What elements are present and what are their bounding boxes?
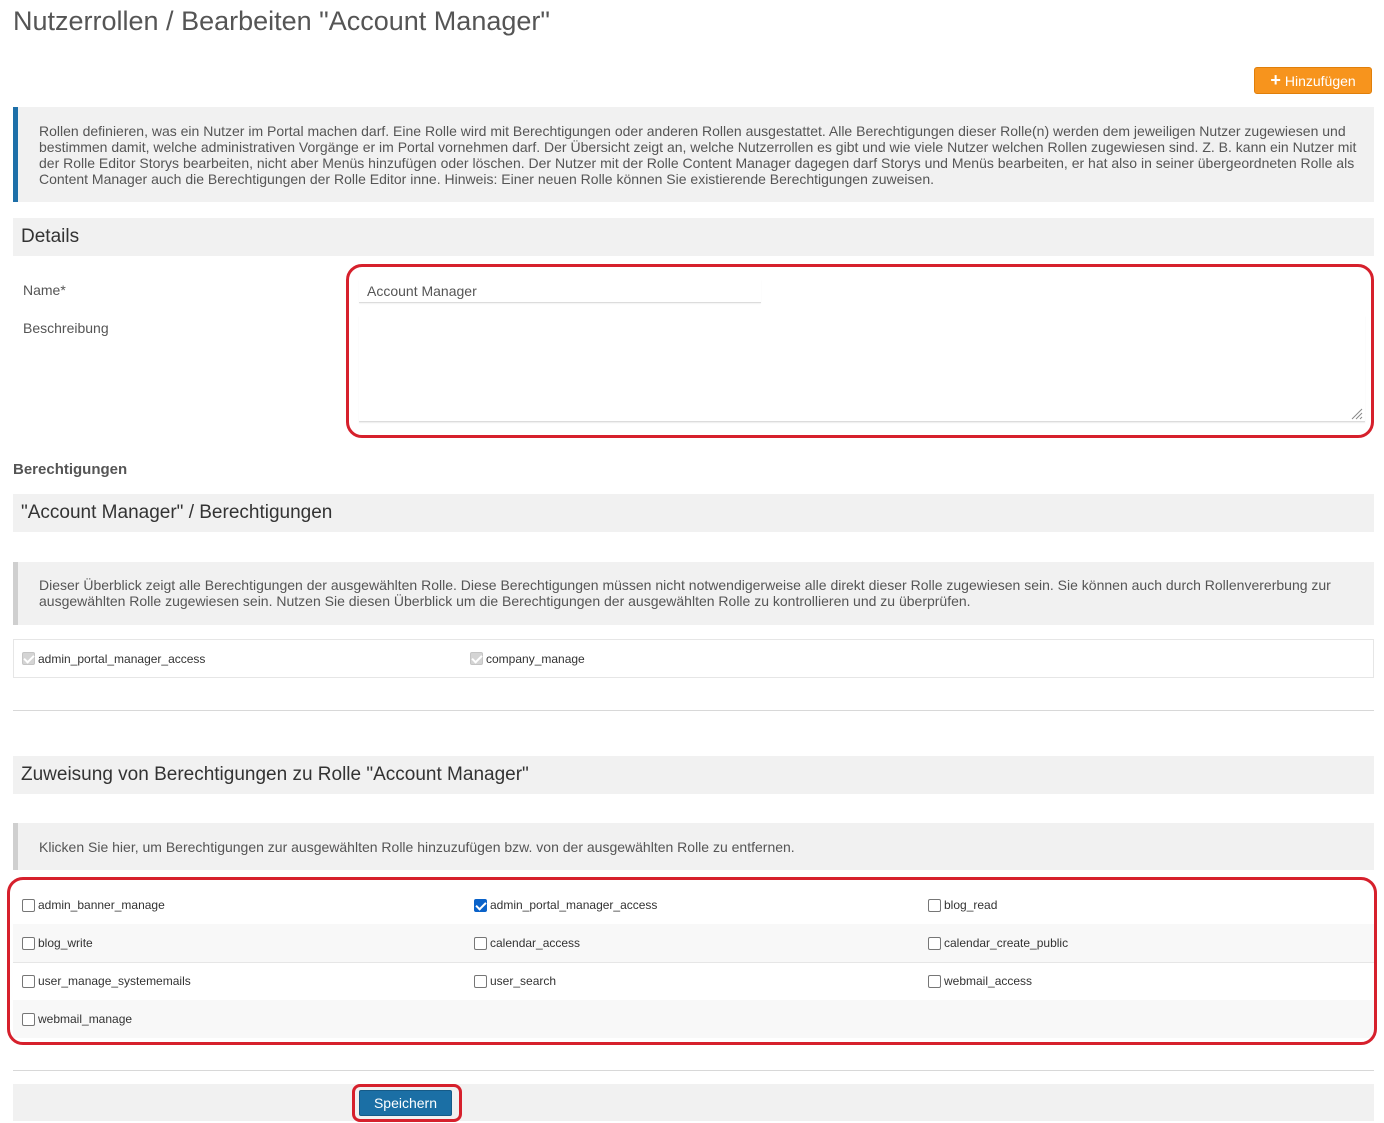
- save-bar: [13, 1084, 1374, 1121]
- plus-icon: +: [1270, 70, 1281, 90]
- permission-label: admin_portal_manager_access: [38, 651, 206, 666]
- page-title: Nutzerrollen / Bearbeiten "Account Manag…: [13, 6, 550, 36]
- checkbox[interactable]: [928, 974, 941, 988]
- save-button[interactable]: Speichern: [359, 1090, 452, 1116]
- permission-label: blog_write: [38, 936, 93, 950]
- checkbox[interactable]: [474, 936, 487, 950]
- checkbox[interactable]: [474, 974, 487, 988]
- checkbox[interactable]: [928, 898, 941, 912]
- permission-option[interactable]: calendar_access: [474, 936, 580, 950]
- checkbox-disabled-checked: [22, 652, 35, 665]
- assignment-header-title: Zuweisung von Berechtigungen zu Rolle "A…: [21, 764, 529, 785]
- permission-option[interactable]: calendar_create_public: [928, 936, 1068, 950]
- assignment-info-text: Klicken Sie hier, um Berechtigungen zur …: [39, 839, 795, 855]
- permission-option[interactable]: blog_read: [928, 898, 997, 912]
- add-button-label: Hinzufügen: [1284, 72, 1356, 89]
- overview-permission-list: admin_portal_manager_access company_mana…: [13, 639, 1374, 678]
- permission-label: user_search: [490, 974, 557, 988]
- permissions-heading: Berechtigungen: [13, 461, 128, 478]
- permission-option[interactable]: webmail_manage: [22, 1012, 132, 1026]
- checkbox-checked[interactable]: [474, 898, 487, 912]
- permission-label: blog_read: [944, 898, 998, 912]
- name-input[interactable]: [359, 279, 761, 303]
- checkbox[interactable]: [22, 936, 35, 950]
- section-divider: [13, 1070, 1374, 1071]
- overview-header-title: "Account Manager" / Berechtigungen: [21, 502, 333, 523]
- resize-handle-icon[interactable]: [1349, 406, 1363, 420]
- permission-label: webmail_access: [944, 974, 1033, 988]
- description-label: Beschreibung: [23, 320, 109, 336]
- table-row: blog_write calendar_access calendar_crea…: [13, 924, 1374, 963]
- table-row: webmail_manage: [13, 1000, 1374, 1038]
- details-header-title: Details: [21, 226, 80, 247]
- table-row: admin_portal_manager_access company_mana…: [14, 640, 1373, 677]
- name-label: Name*: [23, 282, 66, 298]
- permission-label: user_manage_systememails: [38, 974, 191, 988]
- permission-option[interactable]: admin_banner_manage: [22, 898, 165, 912]
- permission-option[interactable]: blog_write: [22, 936, 93, 950]
- assignment-permission-grid: admin_banner_manage admin_portal_manager…: [13, 886, 1374, 1040]
- checkbox[interactable]: [928, 936, 941, 950]
- permission-label: admin_portal_manager_access: [490, 898, 658, 912]
- checkbox[interactable]: [22, 1012, 35, 1026]
- overview-permission-item: company_manage: [470, 652, 585, 666]
- permission-option[interactable]: admin_portal_manager_access: [474, 898, 657, 912]
- intro-info-text: Rollen definieren, was ein Nutzer im Por…: [39, 123, 1357, 187]
- section-divider: [13, 710, 1374, 711]
- overview-header: "Account Manager" / Berechtigungen: [13, 494, 1374, 532]
- permission-label: company_manage: [486, 651, 585, 666]
- overview-info-text: Dieser Überblick zeigt alle Berechtigung…: [39, 577, 1331, 609]
- checkbox[interactable]: [22, 898, 35, 912]
- assignment-info-box: Klicken Sie hier, um Berechtigungen zur …: [13, 823, 1374, 870]
- overview-permission-item: admin_portal_manager_access: [22, 652, 205, 666]
- details-header: Details: [13, 218, 1374, 256]
- permission-label: calendar_create_public: [944, 936, 1069, 950]
- table-row: user_manage_systememails user_search web…: [13, 962, 1374, 1001]
- permission-label: admin_banner_manage: [38, 898, 165, 912]
- description-textarea[interactable]: [359, 316, 1365, 422]
- permission-option[interactable]: user_manage_systememails: [22, 974, 191, 988]
- table-row: admin_banner_manage admin_portal_manager…: [13, 886, 1374, 925]
- assignment-header: Zuweisung von Berechtigungen zu Rolle "A…: [13, 756, 1374, 794]
- overview-info-box: Dieser Überblick zeigt alle Berechtigung…: [13, 562, 1374, 625]
- intro-info-box: Rollen definieren, was ein Nutzer im Por…: [13, 107, 1374, 202]
- checkbox[interactable]: [22, 974, 35, 988]
- permission-option[interactable]: user_search: [474, 974, 556, 988]
- checkbox-disabled-checked: [470, 652, 483, 665]
- permission-label: webmail_manage: [38, 1012, 133, 1026]
- permission-label: calendar_access: [490, 936, 581, 950]
- permission-option[interactable]: webmail_access: [928, 974, 1032, 988]
- add-button[interactable]: + Hinzufügen: [1254, 67, 1372, 94]
